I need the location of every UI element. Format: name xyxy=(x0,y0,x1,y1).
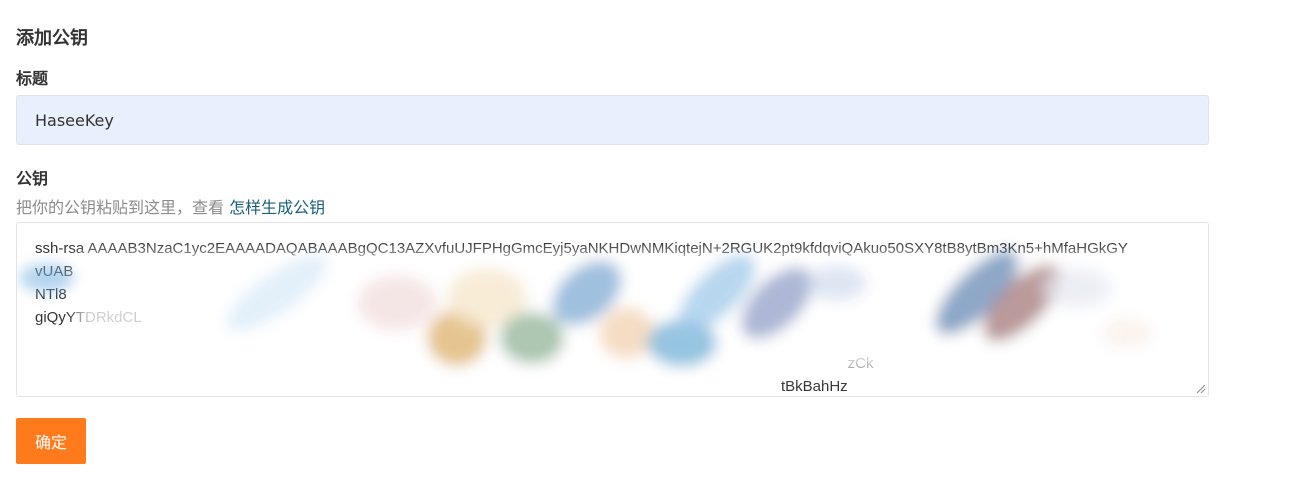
public-key-textarea[interactable]: ssh-rsa AAAAB3NzaC1yc2EAAAADAQABAAABgQC1… xyxy=(16,222,1209,397)
submit-button[interactable]: 确定 xyxy=(16,418,86,464)
hint-text: 把你的公钥粘贴到这里，查看 xyxy=(16,198,230,217)
resize-handle-icon[interactable] xyxy=(1196,384,1206,394)
how-to-generate-link[interactable]: 怎样生成公钥 xyxy=(229,198,325,217)
public-key-text: ssh-rsa AAAAB3NzaC1yc2EAAAADAQABAAABgQC1… xyxy=(35,240,1128,395)
add-ssh-key-form: 添加公钥 标题 公钥 把你的公钥粘贴到这里，查看 怎样生成公钥 ssh-rsa … xyxy=(0,0,1292,503)
title-input[interactable] xyxy=(16,95,1209,145)
key-hint: 把你的公钥粘贴到这里，查看 怎样生成公钥 xyxy=(16,197,325,219)
key-label: 公钥 xyxy=(16,169,49,188)
section-title: 添加公钥 xyxy=(16,28,88,49)
title-label: 标题 xyxy=(16,69,49,88)
